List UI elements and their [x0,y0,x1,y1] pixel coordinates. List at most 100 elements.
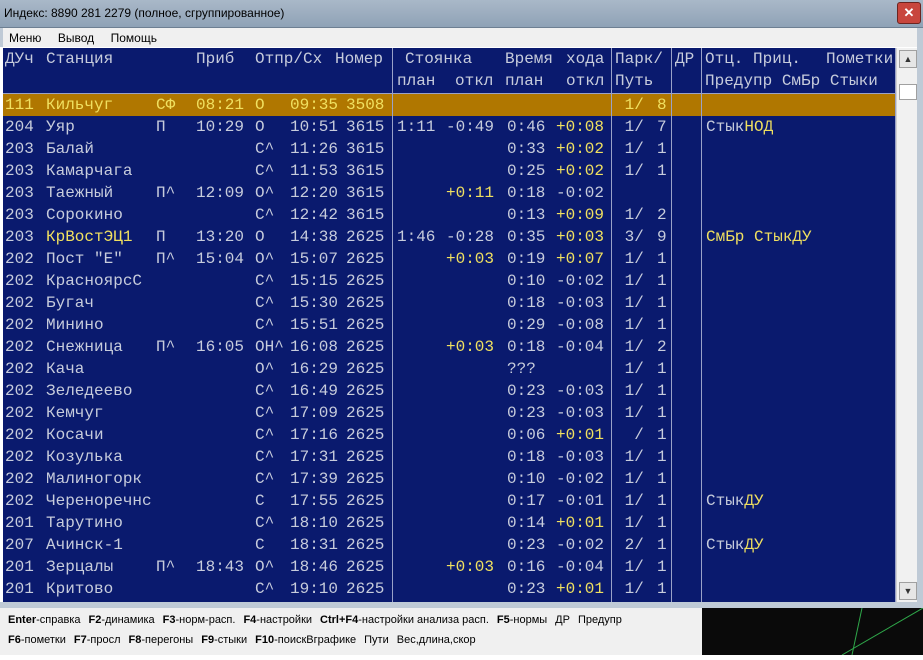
cell-station: Зеледеево [46,382,133,400]
cell-nomer: 3615 [346,184,385,202]
cell-prib: 10:29 [196,118,245,136]
function-key-label: -динамика [101,614,155,626]
cell-otpr: 17:09 [290,404,339,422]
cell-vremya-otkl: -0:03 [556,382,605,400]
function-key-f5[interactable]: F5-нормы [497,614,547,626]
cell-vremya-otkl: -0:02 [556,272,605,290]
header-hoda: хода [566,50,605,68]
close-icon[interactable]: ✕ [897,2,921,24]
table-row[interactable] [3,446,896,468]
cell-duch: 203 [5,184,34,202]
function-key-item-7[interactable]: Предупр [578,614,622,626]
function-key-name: F7 [73,634,87,646]
table-row[interactable] [3,512,896,534]
function-key-item-5[interactable]: Пути [364,634,389,646]
cell-stoyanka-otkl: -0:49 [446,118,495,136]
cell-vremya-plan: 0:10 [507,470,546,488]
cell-vremya-otkl: -0:04 [556,338,605,356]
function-key-name: F8 [128,634,142,646]
cell-put: 1 [657,536,667,554]
cell-park: 1/ [624,558,644,576]
cell-vremya-otkl: -0:02 [556,536,605,554]
header-vremya-plan: план [505,72,544,90]
table-row[interactable] [3,138,896,160]
cell-duch: 202 [5,470,34,488]
cell-station: Критово [46,580,114,598]
scroll-up-icon[interactable]: ▲ [899,50,917,68]
cell-vremya-otkl: -0:08 [556,316,605,334]
cell-otpr: 11:26 [290,140,339,158]
table-row[interactable] [3,204,896,226]
cell-prib: 12:09 [196,184,245,202]
function-key-name: F10 [255,634,275,646]
table-row[interactable] [3,578,896,600]
menu-item-output[interactable]: Вывод [52,28,100,45]
cell-otpr: 17:31 [290,448,339,466]
cell-otpr: 12:20 [290,184,339,202]
function-key-f2[interactable]: F2-динамика [89,614,155,626]
cell-pometki-a: Стык [706,492,745,510]
table-row[interactable] [3,358,896,380]
menu-item-menu[interactable]: Меню [3,28,47,45]
cell-vremya-plan: 0:06 [507,426,546,444]
table-row[interactable] [3,292,896,314]
cell-pometki-a: Стык [706,118,745,136]
cell-duch: 203 [5,228,34,246]
cell-put: 2 [657,338,667,356]
function-key-f9[interactable]: F9-стыки [201,634,247,646]
function-key-item-6[interactable]: Вес,длина,скор [397,634,476,646]
cell-station: Козулька [46,448,123,466]
cell-mark: П [156,228,166,246]
function-key-f6[interactable]: F6-пометки [8,634,66,646]
cell-station: Зерцалы [46,558,114,576]
cell-otpr: 10:51 [290,118,339,136]
cell-vremya-otkl: +0:01 [556,514,605,532]
function-key-label: -стыки [214,634,248,646]
cell-pometki-b: ДУ [744,492,764,510]
table-row[interactable] [3,380,896,402]
cell-otpr-flag: С [255,492,265,510]
cell-otpr: 17:55 [290,492,339,510]
function-key-item-6[interactable]: ДР [555,614,570,626]
cell-nomer: 2625 [346,426,385,444]
function-key-f3[interactable]: F3-норм-расп. [163,614,236,626]
cell-vremya-plan: 0:10 [507,272,546,290]
cell-duch: 204 [5,118,34,136]
table-row[interactable] [3,160,896,182]
function-key-f7[interactable]: F7-просл [74,634,121,646]
cell-park: 1/ [624,382,644,400]
table-row[interactable] [3,402,896,424]
menu-bar: Меню Вывод Помощь [0,28,923,47]
table-row[interactable] [3,94,896,116]
cell-nomer: 2625 [346,250,385,268]
menu-item-help[interactable]: Помощь [105,28,163,45]
table-row[interactable] [3,314,896,336]
cell-vremya-otkl: -0:01 [556,492,605,510]
function-key-f8[interactable]: F8-перегоны [129,634,194,646]
scroll-thumb[interactable] [899,84,917,100]
cell-nomer: 2625 [346,382,385,400]
vertical-scrollbar[interactable]: ▲ ▼ [896,48,918,602]
cell-nomer: 3508 [346,96,385,114]
function-key-enter[interactable]: Enter-справка [8,614,81,626]
cell-otpr: 15:15 [290,272,339,290]
cell-vremya-plan: 0:46 [507,118,546,136]
cell-duch: 202 [5,294,34,312]
function-key-label: -норм-расп. [175,614,236,626]
cell-mark: П^ [156,338,176,356]
function-key-f10[interactable]: F10-поискВграфике [255,634,356,646]
table-row[interactable] [3,424,896,446]
cell-otpr-flag: С^ [255,448,275,466]
function-key-label: Предупр [577,614,622,626]
function-key-f4[interactable]: F4-настройки [243,614,312,626]
header-prib: Приб [196,50,235,68]
function-key-bar: Enter-справка F2-динамика F3-норм-расп. F4-… [0,608,702,655]
cell-vremya-plan: 0:33 [507,140,546,158]
cell-duch: 201 [5,514,34,532]
function-key-name: Enter [8,614,37,626]
function-key-ctrl-f4[interactable]: Ctrl+F4-настройки анализа расп. [320,614,489,626]
cell-nomer: 2625 [346,580,385,598]
cell-park: 1/ [624,448,644,466]
scroll-down-icon[interactable]: ▼ [899,582,917,600]
cell-otpr-flag: С^ [255,382,275,400]
